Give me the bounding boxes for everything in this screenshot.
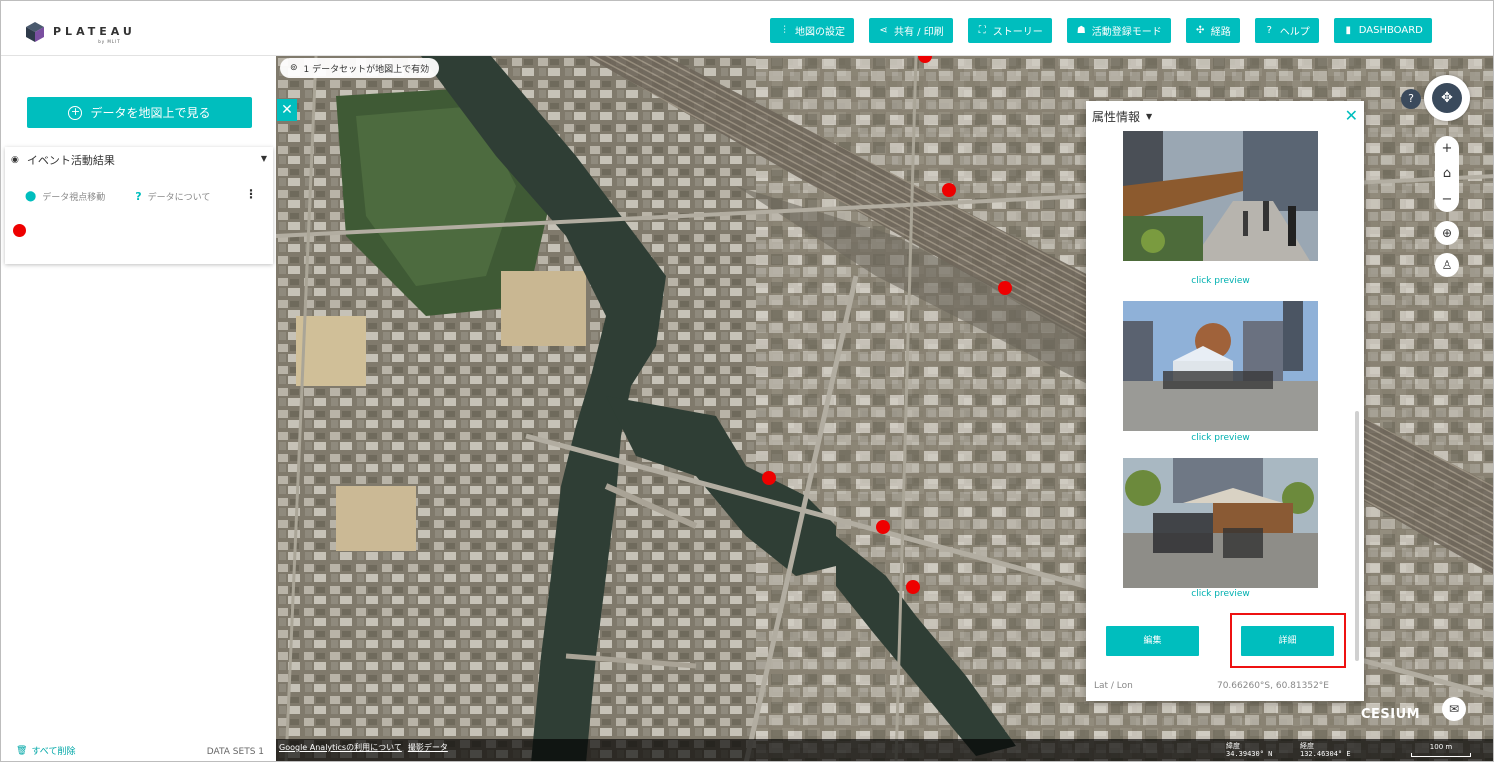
event-photo-2[interactable] [1123,301,1318,431]
clear-all-button[interactable]: 🗑 すべて削除 [16,744,76,758]
cube-logo-icon [26,22,44,42]
event-photo-3[interactable] [1123,458,1318,588]
data-sidebar: + データを地図上で見る ◉ イベント活動結果 ▼ ⬤ データ視点移動 ? デー… [1,56,276,761]
clear-all-label: すべて削除 [31,747,76,757]
info-scrollbar[interactable] [1355,131,1359,691]
story-button[interactable]: ⛶ ストーリー [967,18,1052,43]
route-icon: ✣ [1196,25,1205,36]
dataset-actions: ⬤ データ視点移動 ? データについて [25,190,210,203]
sliders-icon: ⫶ [783,25,786,36]
users-icon: ☗ [1076,25,1086,36]
feature-info-panel: 属性情報 ▼ ✕ click preview click preview cli… [1086,101,1364,701]
event-photo-1[interactable] [1123,131,1318,261]
share-icon: ⋖ [879,25,888,36]
longitude-label: 経度 [1300,742,1314,750]
photo-crowd-stalls [1123,458,1318,588]
analytics-link[interactable]: Google Analyticsの利用について [279,742,402,753]
info-close-icon[interactable]: ✕ [1345,106,1358,125]
edit-button[interactable]: 編集 [1106,626,1199,656]
help-button[interactable]: ? ヘルプ [1254,18,1319,43]
top-header: PLATEAU by MLIT ⫶ 地図の設定 ⋖ 共有 / 印刷 ⛶ ストーリー ☗… [1,1,1493,56]
pan-move-icon[interactable]: ✥ [1432,83,1462,113]
latlon-value: 70.66260°S, 60.81352°E [1216,681,1329,691]
activity-mode-button[interactable]: ☗ 活動登録モード [1066,18,1171,43]
help-label: ヘルプ [1279,27,1310,38]
logo-subtext: by MLIT [98,39,121,44]
locate-me-icon[interactable]: ⊕ [1435,221,1459,245]
route-label: 経路 [1210,27,1231,38]
logo-text: PLATEAU [53,25,136,38]
zoom-in-icon[interactable]: + [1442,141,1453,156]
click-preview-link-1[interactable]: click preview [1123,276,1318,286]
latitude-readout: 緯度 34.39430° N [1226,742,1272,758]
caret-down-icon[interactable]: ▼ [261,154,267,163]
share-print-button[interactable]: ⋖ 共有 / 印刷 [869,18,953,43]
plus-circle-icon: + [68,105,83,120]
eye-icon[interactable]: ◉ [11,155,19,165]
pedestrian-mode-icon[interactable]: ♙ [1435,253,1459,277]
attribution-links: Google Analyticsの利用について 撮影データ [279,742,448,753]
compass-control[interactable]: ✥ [1424,75,1470,121]
about-data-button[interactable]: ? データについて [135,190,210,203]
info-panel-header[interactable]: 属性情報 ▼ [1092,108,1152,125]
trash-icon: 🗑 [16,745,28,756]
signal-icon: ⊚ [290,63,298,73]
click-preview-link-2[interactable]: click preview [1123,433,1318,443]
kebab-menu-icon[interactable]: ⋮ [245,187,257,201]
latlon-label: Lat / Lon [1094,681,1133,691]
longitude-value: 132.46304° E [1300,750,1351,758]
route-button[interactable]: ✣ 経路 [1185,18,1240,43]
data-sets-count: DATA SETS 1 [206,747,264,757]
add-data-label: データを地図上で見る [90,106,211,120]
header-nav: ⫶ 地図の設定 ⋖ 共有 / 印刷 ⛶ ストーリー ☗ 活動登録モード ✣ 経路 ? ヘルプ… [770,18,1432,43]
book-icon: ▮ [1345,25,1351,36]
longitude-readout: 経度 132.46304° E [1300,742,1351,758]
dataset-card: ◉ イベント活動結果 ▼ ⬤ データ視点移動 ? データについて ⋮ [5,147,273,264]
map-attribution-bar: Google Analyticsの利用について 撮影データ 緯度 34.3943… [276,739,1493,761]
photo-plaza-tents [1123,301,1318,431]
imagery-link[interactable]: 撮影データ [408,742,448,753]
story-icon: ⛶ [978,25,986,36]
dashboard-label: DASHBOARD [1358,25,1423,36]
zoom-controls: + ⌂ − [1435,136,1459,212]
home-icon[interactable]: ⌂ [1443,166,1451,181]
photo-market-street [1123,131,1318,261]
add-data-button[interactable]: + データを地図上で見る [27,97,252,128]
zoom-out-icon[interactable]: − [1442,192,1453,207]
cesium-logo: CESIUM [1361,707,1421,722]
active-datasets-text: 1 データセットが地図上で有効 [303,64,430,75]
scale-bar: 100 m [1411,743,1471,757]
feedback-chat-icon[interactable]: ✉ [1442,697,1466,721]
zoom-to-data-label: データ視点移動 [42,193,106,203]
share-print-label: 共有 / 印刷 [894,27,944,38]
zoom-to-data-button[interactable]: ⬤ データ視点移動 [25,190,105,203]
scale-line [1411,753,1471,757]
map-settings-label: 地図の設定 [795,27,845,38]
question-icon: ? [135,190,142,203]
scale-label: 100 m [1429,743,1453,751]
help-icon: ? [1266,25,1272,36]
map-settings-button[interactable]: ⫶ 地図の設定 [770,18,854,43]
dataset-title: イベント活動結果 [26,154,115,167]
legend-marker [13,224,26,237]
detail-button-highlight [1230,613,1346,668]
caret-down-icon[interactable]: ▼ [1146,112,1152,121]
story-label: ストーリー [992,27,1043,38]
dashboard-button[interactable]: ▮ DASHBOARD [1333,18,1432,43]
click-preview-link-3[interactable]: click preview [1123,589,1318,599]
map-help-icon[interactable]: ? [1401,89,1421,109]
active-datasets-status: ⊚ 1 データセットが地図上で有効 [280,58,440,78]
dataset-header[interactable]: ◉ イベント活動結果 [11,152,115,168]
sidebar-close-button[interactable]: ✕ [277,99,297,121]
activity-mode-label: 活動登録モード [1091,27,1162,38]
map-pin-icon: ⬤ [25,191,37,202]
plateau-logo[interactable]: PLATEAU by MLIT [25,18,155,46]
latitude-label: 緯度 [1226,742,1240,750]
about-data-label: データについて [147,193,211,203]
latitude-value: 34.39430° N [1226,750,1273,758]
app-window: PLATEAU by MLIT ⫶ 地図の設定 ⋖ 共有 / 印刷 ⛶ ストーリー ☗… [0,0,1494,762]
scrollbar-thumb[interactable] [1355,411,1359,661]
info-panel-title: 属性情報 [1092,110,1141,124]
